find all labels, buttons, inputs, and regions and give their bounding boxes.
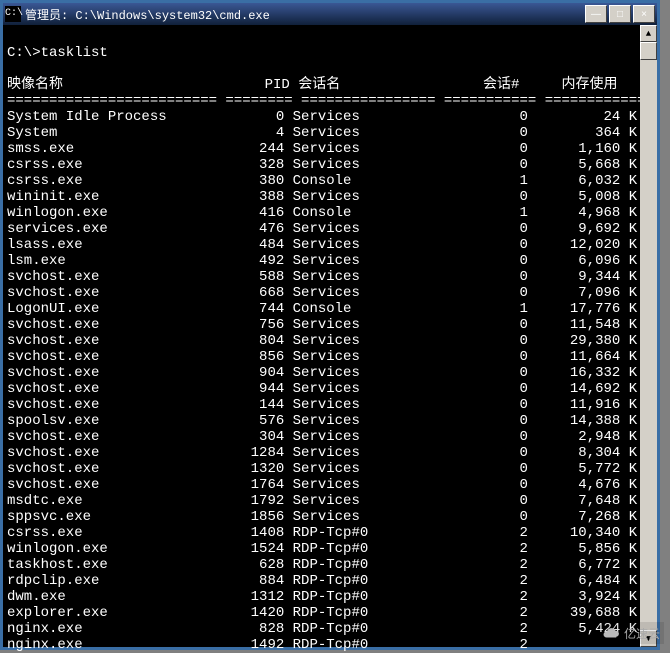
cmd-window: C:\ 管理员: C:\Windows\system32\cmd.exe — □…	[0, 0, 660, 650]
window-title: 管理员: C:\Windows\system32\cmd.exe	[25, 6, 583, 23]
cloud-icon	[602, 624, 620, 642]
app-icon: C:\	[5, 6, 21, 22]
scroll-up-button[interactable]: ▲	[640, 25, 657, 42]
vertical-scrollbar[interactable]: ▲ ▼	[640, 25, 657, 647]
maximize-button[interactable]: □	[609, 5, 631, 23]
console-output[interactable]: C:\>tasklist 映像名称 PID 会话名 会话# 内存使用 =====…	[3, 25, 657, 647]
watermark-text: 亿速云	[624, 625, 660, 642]
minimize-button[interactable]: —	[585, 5, 607, 23]
watermark: 亿速云	[598, 622, 664, 644]
titlebar[interactable]: C:\ 管理员: C:\Windows\system32\cmd.exe — □…	[3, 3, 657, 25]
scroll-thumb[interactable]	[640, 42, 657, 60]
window-controls: — □ ×	[583, 5, 655, 23]
close-button[interactable]: ×	[633, 5, 655, 23]
